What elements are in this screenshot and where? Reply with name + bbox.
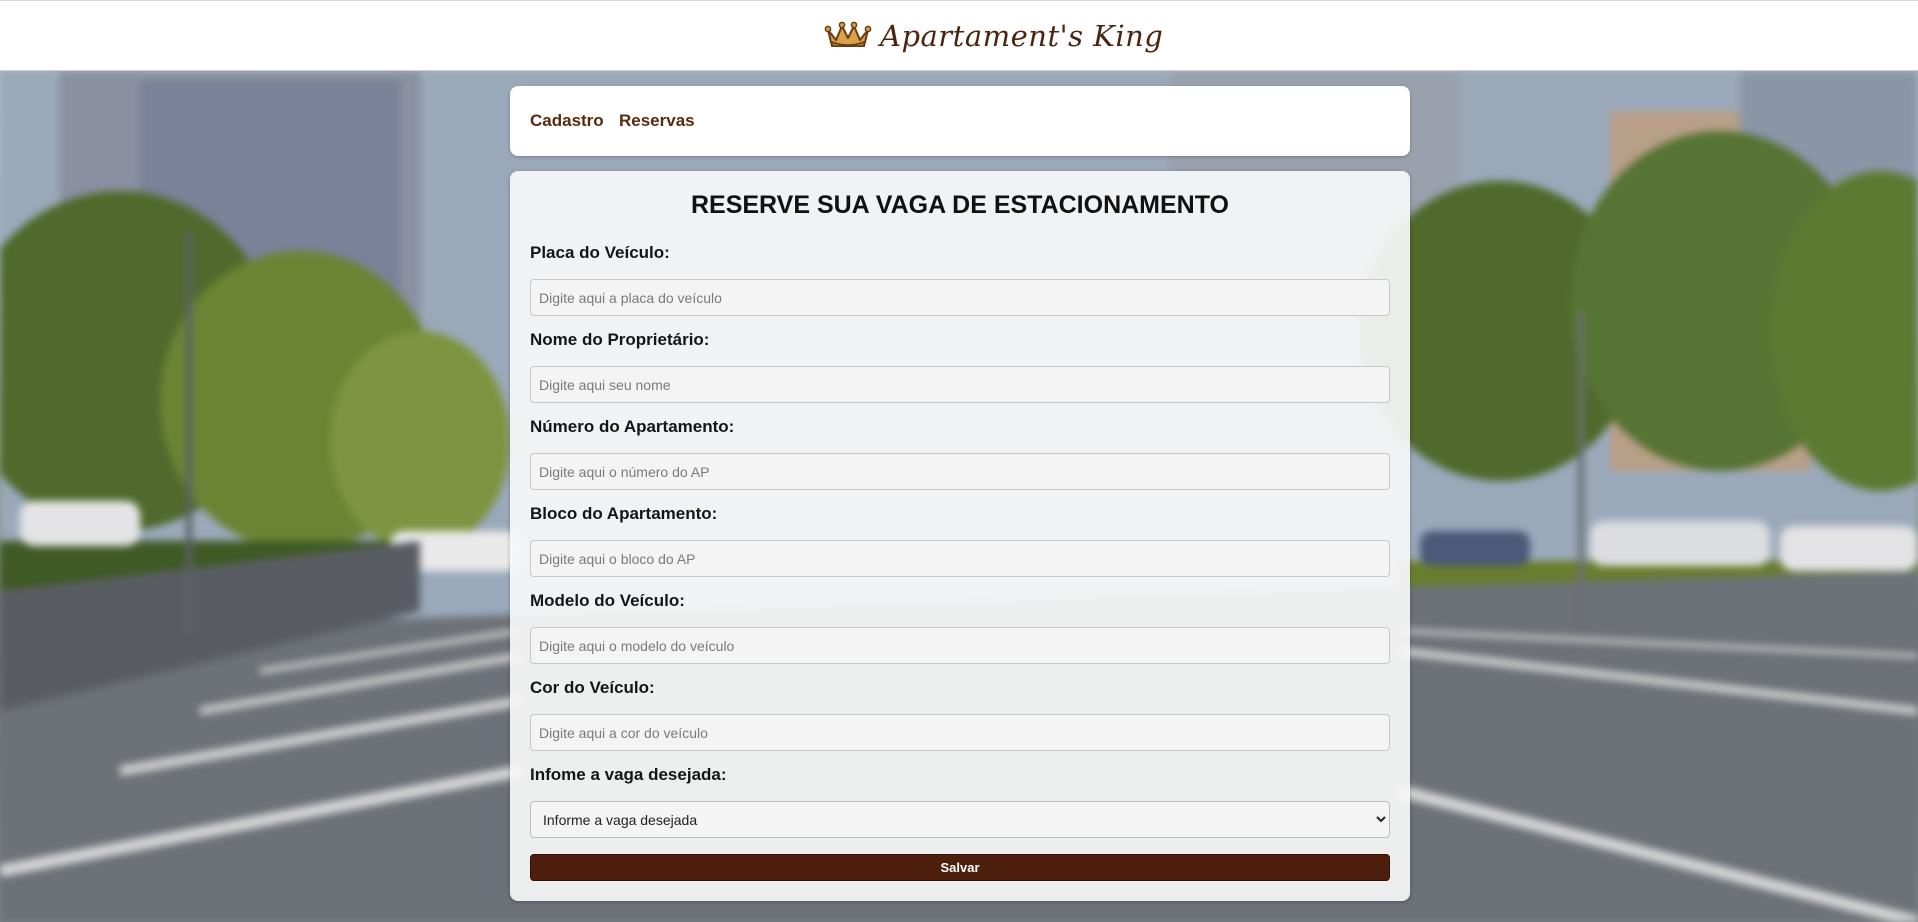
brand-name: Apartament's King <box>880 19 1164 53</box>
plate-label: Placa do Veículo: <box>530 243 670 262</box>
brand[interactable]: Apartament's King <box>824 17 1163 55</box>
owner-name-label: Nome do Proprietário: <box>530 330 710 349</box>
vehicle-color-input[interactable] <box>530 714 1390 751</box>
apartment-block-label: Bloco do Apartamento: <box>530 504 718 523</box>
nav-link-reservas[interactable]: Reservas <box>619 111 695 131</box>
apartment-block-input[interactable] <box>530 540 1390 577</box>
vehicle-color-label: Cor do Veículo: <box>530 678 655 697</box>
nav-link-cadastro[interactable]: Cadastro <box>530 111 604 131</box>
parking-spot-label: Infome a vaga desejada: <box>530 765 727 784</box>
vehicle-model-input[interactable] <box>530 627 1390 664</box>
apartment-number-label: Número do Apartamento: <box>530 417 735 436</box>
owner-name-input[interactable] <box>530 366 1390 403</box>
site-header: Apartament's King <box>0 0 1918 71</box>
form-title: RESERVE SUA VAGA DE ESTACIONAMENTO <box>690 191 1230 219</box>
vehicle-model-label: Modelo do Veículo: <box>530 591 685 610</box>
plate-input[interactable] <box>530 279 1390 316</box>
save-button[interactable]: Salvar <box>530 854 1390 881</box>
parking-spot-select[interactable]: Informe a vaga desejada <box>530 801 1390 838</box>
apartment-number-input[interactable] <box>530 453 1390 490</box>
nav-bar: Cadastro Reservas <box>510 86 1410 156</box>
crown-icon <box>824 21 872 47</box>
reservation-form: RESERVE SUA VAGA DE ESTACIONAMENTO Placa… <box>510 171 1410 901</box>
